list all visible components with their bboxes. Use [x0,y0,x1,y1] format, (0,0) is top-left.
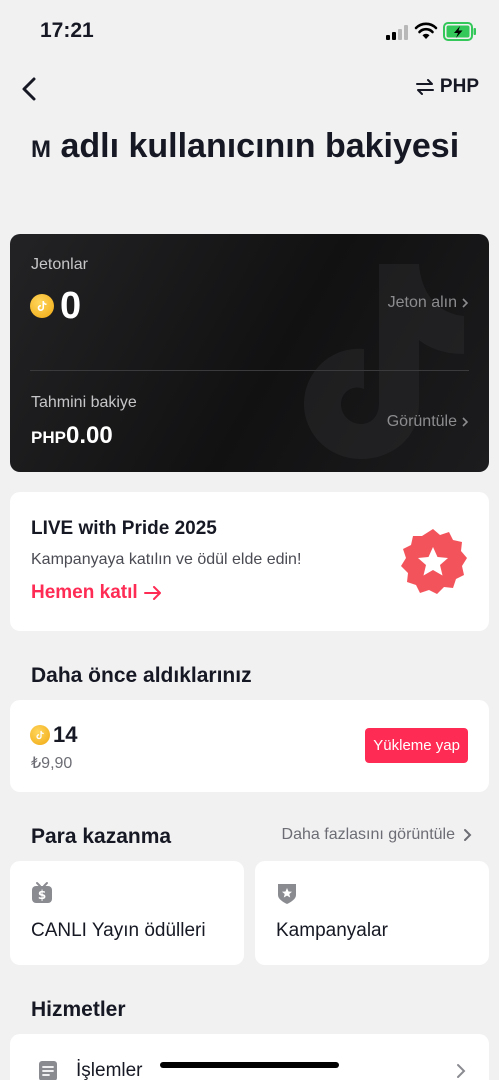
money-tv-icon: $ [32,882,52,903]
chevron-right-icon [462,417,469,427]
username-initial: M [31,136,51,163]
coins-value: 0 [60,285,82,327]
svg-text:$: $ [38,888,46,902]
view-more-link[interactable]: Daha fazlasını görüntüle [282,826,472,844]
view-balance-link[interactable]: Görüntüle [387,413,469,431]
join-now-label: Hemen katıl [31,582,138,603]
estimated-balance-value: PHP0.00 [31,422,113,450]
transactions-row[interactable]: İşlemler [10,1034,489,1080]
swap-arrows-icon [415,79,434,95]
previous-purchase-card: 14 ₺9,90 Yükleme yap [10,700,489,792]
estimated-currency: PHP [31,428,66,447]
get-coins-label: Jeton alın [387,294,457,311]
purchase-price: ₺9,90 [31,755,73,772]
page-title: M adlı kullanıcının bakiyesi [31,125,471,171]
previous-purchases-heading: Daha önce aldıklarınız [31,664,252,687]
view-label: Görüntüle [386,413,457,430]
purchase-coin-amount: 14 [53,722,78,747]
document-icon [39,1061,57,1080]
live-rewards-tile[interactable]: $ CANLI Yayın ödülleri [10,861,244,965]
estimated-amount: 0.00 [65,422,113,449]
coins-label: Jetonlar [31,256,88,273]
join-now-link[interactable]: Hemen katıl [31,582,162,604]
coin-icon [30,725,50,745]
promo-card[interactable]: LIVE with Pride 2025 Kampanyaya katılın … [10,492,489,631]
battery-charging-icon [443,22,476,41]
transactions-label: İşlemler [76,1060,143,1080]
arrow-right-icon [143,586,161,600]
home-indicator[interactable] [160,1062,339,1068]
estimated-balance-label: Tahmini bakiye [31,394,137,411]
card-divider [30,370,469,371]
chevron-right-icon [457,1064,466,1078]
star-badge-icon [278,884,296,904]
recharge-button[interactable]: Yükleme yap [365,728,468,763]
back-arrow-icon[interactable] [16,74,44,104]
cellular-signal-icon [386,25,408,40]
promo-subtitle: Kampanyaya katılın ve ödül elde edin! [31,551,302,568]
view-more-label: Daha fazlasını görüntüle [281,826,455,843]
get-coins-link[interactable]: Jeton alın [388,294,469,312]
campaigns-tile[interactable]: Kampanyalar [255,861,489,965]
chevron-right-icon [464,829,472,841]
campaigns-label: Kampanyalar [276,920,388,941]
services-heading: Hizmetler [31,998,126,1021]
currency-switch-button[interactable]: PHP [415,76,479,98]
promo-title: LIVE with Pride 2025 [31,518,217,539]
status-bar: 17:21 [0,0,499,62]
status-time: 17:21 [40,19,94,42]
monetization-heading: Para kazanma [31,825,172,848]
tiktok-logo-watermark-icon [304,264,464,459]
star-badge-icon [401,529,467,594]
currency-label: PHP [439,76,479,97]
live-rewards-label: CANLI Yayın ödülleri [31,920,206,941]
purchase-coins: 14 [30,722,77,748]
coin-balance: 0 [30,286,81,326]
balance-card: Jetonlar 0 Jeton alın Tahmini bakiye PHP… [10,234,489,472]
top-navigation: PHP [0,62,499,116]
chevron-right-icon [462,298,469,308]
coin-icon [30,294,54,318]
wifi-icon [414,22,438,39]
page-title-text: adlı kullanıcının bakiyesi [51,127,460,165]
